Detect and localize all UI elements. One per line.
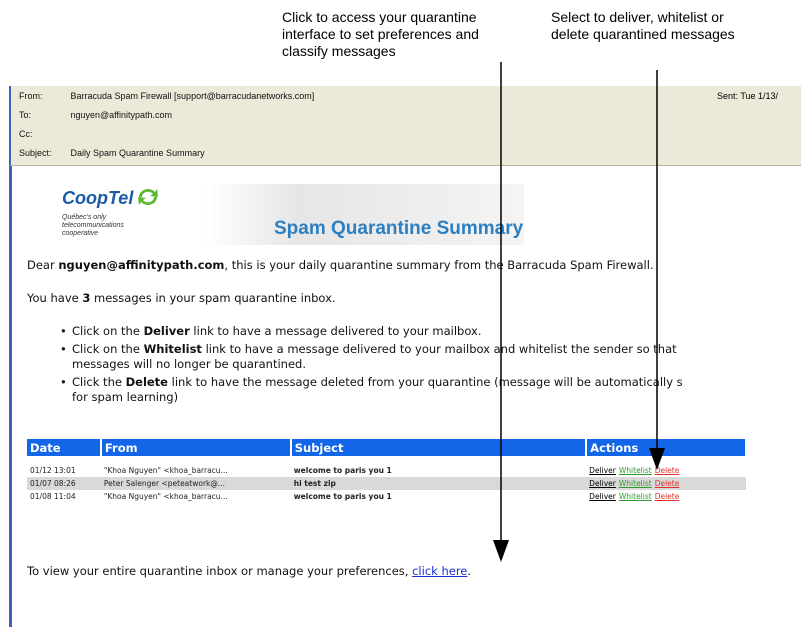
callout-line: delete quarantined messages xyxy=(551,26,735,42)
click-here-link[interactable]: click here xyxy=(412,564,467,578)
row-date: 01/07 08:26 xyxy=(27,477,101,490)
email-header: From: Barracuda Spam Firewall [support@b… xyxy=(9,86,801,166)
tagline-line: Québec's only xyxy=(62,214,107,221)
table-row: 01/08 11:04 "Khoa Nguyen" <khoa_barracu.… xyxy=(27,490,746,503)
recycle-arrows-icon xyxy=(138,189,158,205)
table-row: 01/12 13:01 "Khoa Nguyen" <khoa_barracu.… xyxy=(27,464,746,477)
instruction-list: • Click on the Deliver link to have a me… xyxy=(60,324,800,408)
instruction-text: Click on the xyxy=(72,342,144,356)
count-suffix: messages in your spam quarantine inbox. xyxy=(90,291,336,305)
logo-name: CoopTel xyxy=(62,188,134,208)
column-header-from[interactable]: From xyxy=(100,439,292,456)
footer-line: To view your entire quarantine inbox or … xyxy=(27,564,471,578)
to-value[interactable]: nguyen@affinitypath.com xyxy=(71,110,173,120)
instruction-text: link to have a message delivered to your… xyxy=(201,342,677,356)
deliver-link[interactable]: Deliver xyxy=(589,466,616,475)
greeting-prefix: Dear xyxy=(27,258,59,272)
row-date: 01/12 13:01 xyxy=(30,466,76,475)
quarantine-table: Date From Subject Actions 01/12 13:01 "K… xyxy=(27,439,747,503)
message-count-line: You have 3 messages in your spam quarant… xyxy=(27,291,336,305)
email-body: CoopTel Québec's only telecommunications… xyxy=(9,166,801,627)
row-actions: Deliver Whitelist Delete xyxy=(586,490,746,503)
row-subject: welcome to paris you 1 xyxy=(293,466,392,475)
column-header-subject[interactable]: Subject xyxy=(290,439,588,456)
instruction-item: • Click on the Deliver link to have a me… xyxy=(60,324,482,338)
cc-label: Cc: xyxy=(19,129,33,139)
instruction-text: Click the xyxy=(72,375,126,389)
row-from: Peter Salenger <peteatwork@... xyxy=(100,477,291,490)
subject-label: Subject: xyxy=(19,148,52,158)
instruction-keyword: Whitelist xyxy=(143,342,202,356)
instruction-keyword: Deliver xyxy=(143,324,190,338)
footer-end: . xyxy=(467,564,472,578)
to-label: To: xyxy=(19,110,32,120)
header-subject-row: Subject: Daily Spam Quarantine Summary xyxy=(19,148,205,158)
whitelist-link[interactable]: Whitelist xyxy=(619,492,652,501)
from-value[interactable]: Barracuda Spam Firewall [support@barracu… xyxy=(71,91,315,101)
row-subject: hi test zip xyxy=(290,477,587,490)
whitelist-link[interactable]: Whitelist xyxy=(619,466,652,475)
instruction-text: for spam learning) xyxy=(72,390,179,404)
instruction-item: • Click on the Whitelist link to have a … xyxy=(60,342,800,372)
tagline-line: telecommunications xyxy=(62,222,124,229)
email-window: From: Barracuda Spam Firewall [support@b… xyxy=(9,86,801,627)
instruction-text: messages will no longer be quarantined. xyxy=(72,357,306,371)
instruction-text: link to have the message deleted from yo… xyxy=(167,375,683,389)
column-header-actions: Actions xyxy=(586,439,747,456)
banner: CoopTel Québec's only telecommunications… xyxy=(24,184,524,245)
callout-line: interface to set preferences and xyxy=(282,26,479,42)
cooptel-logo: CoopTel Québec's only telecommunications… xyxy=(24,184,200,245)
instruction-text: Click on the xyxy=(72,324,144,338)
callout-line: classify messages xyxy=(282,43,396,59)
instruction-text: link to have a message delivered to your… xyxy=(189,324,482,338)
row-subject: welcome to paris you 1 xyxy=(293,492,392,501)
deliver-link[interactable]: Deliver xyxy=(589,479,616,488)
sent-field: Sent: Tue 1/13/ xyxy=(717,91,779,101)
tagline-line: cooperative xyxy=(62,230,99,237)
callout-line: Select to deliver, whitelist or xyxy=(551,9,724,25)
whitelist-link[interactable]: Whitelist xyxy=(619,479,652,488)
header-to-row: To: nguyen@affinitypath.com xyxy=(19,110,172,120)
row-actions: Deliver Whitelist Delete xyxy=(586,464,746,477)
delete-link[interactable]: Delete xyxy=(655,479,680,488)
row-from: "Khoa Nguyen" <khoa_barracu... xyxy=(103,466,228,475)
greeting-line: Dear nguyen@affinitypath.com, this is yo… xyxy=(27,258,654,272)
row-actions: Deliver Whitelist Delete xyxy=(586,477,746,490)
delete-link[interactable]: Delete xyxy=(655,492,680,501)
header-from-row: From: Barracuda Spam Firewall [support@b… xyxy=(19,91,314,101)
table-spacer xyxy=(27,456,746,464)
row-from: "Khoa Nguyen" <khoa_barracu... xyxy=(103,492,228,501)
count-prefix: You have xyxy=(27,291,83,305)
instruction-keyword: Delete xyxy=(125,375,168,389)
callout-actions: Select to deliver, whitelist or delete q… xyxy=(551,9,791,43)
delete-link[interactable]: Delete xyxy=(655,466,680,475)
from-label: From: xyxy=(19,91,43,101)
logo-tagline: Québec's only telecommunications coopera… xyxy=(62,214,182,238)
deliver-link[interactable]: Deliver xyxy=(589,492,616,501)
banner-title: Spam Quarantine Summary xyxy=(274,218,524,239)
subject-value: Daily Spam Quarantine Summary xyxy=(70,148,205,158)
greeting-email: nguyen@affinitypath.com xyxy=(58,258,225,272)
table-row: 01/07 08:26 Peter Salenger <peteatwork@.… xyxy=(27,477,746,490)
row-date: 01/08 11:04 xyxy=(30,492,76,501)
column-header-date[interactable]: Date xyxy=(27,439,102,456)
callout-line: Click to access your quarantine xyxy=(282,9,477,25)
table-header-row: Date From Subject Actions xyxy=(27,439,747,456)
greeting-suffix: , this is your daily quarantine summary … xyxy=(224,258,654,272)
callout-quarantine-interface: Click to access your quarantine interfac… xyxy=(282,9,532,60)
instruction-item: • Click the Delete link to have the mess… xyxy=(60,375,800,405)
footer-text: To view your entire quarantine inbox or … xyxy=(27,564,413,578)
header-cc-row: Cc: xyxy=(19,129,68,139)
